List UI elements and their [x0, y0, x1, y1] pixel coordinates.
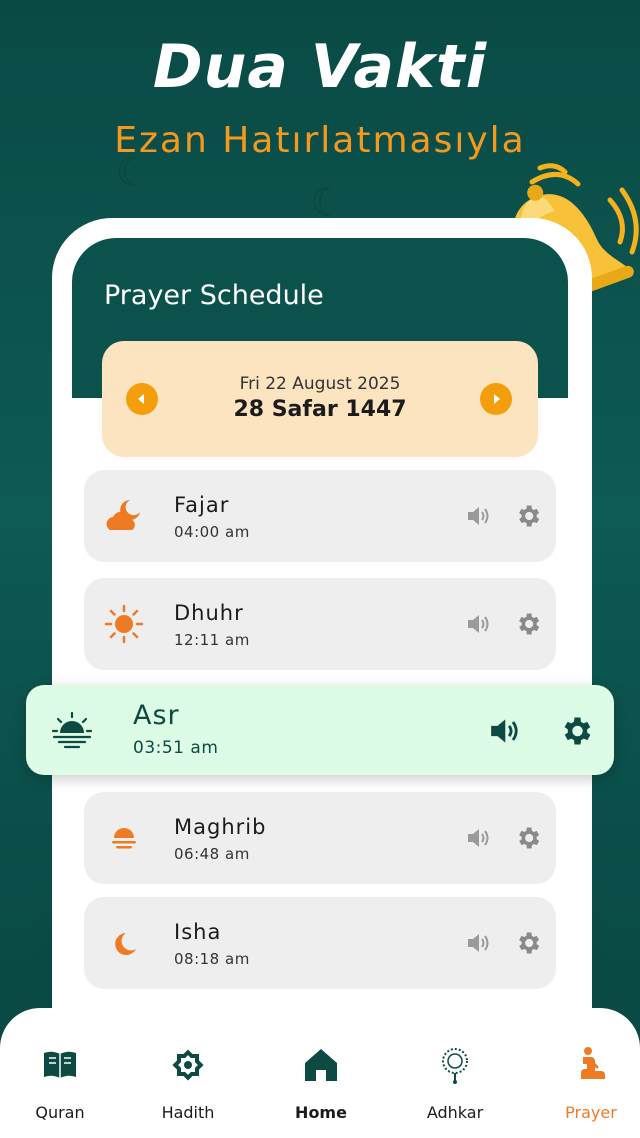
speaker-icon	[468, 615, 489, 633]
prayer-time: 12:11 am	[174, 631, 250, 649]
gregorian-date: Fri 22 August 2025	[239, 374, 401, 394]
promo-headline: Dua Vakti	[152, 32, 488, 102]
speaker-icon	[468, 507, 489, 525]
prayer-row-maghrib[interactable]: Maghrib 06:48 am	[84, 792, 556, 884]
prayer-row-dhuhr[interactable]: Dhuhr 12:11 am	[84, 578, 556, 670]
cloud-moon-icon	[106, 500, 140, 530]
prayer-row-isha[interactable]: Isha 08:18 am	[84, 897, 556, 989]
speaker-icon	[491, 719, 518, 743]
prayer-name: Isha	[174, 920, 222, 944]
nav-label: Home	[295, 1102, 347, 1122]
adhan-sound-toggle[interactable]	[486, 713, 522, 749]
screen-title: Prayer Schedule	[104, 280, 324, 311]
prayer-time: 03:51 am	[133, 738, 219, 758]
prayer-name: Maghrib	[174, 815, 267, 839]
adhan-sound-toggle[interactable]	[464, 929, 492, 957]
prayer-time: 06:48 am	[174, 845, 250, 863]
nav-label: Hadith	[161, 1102, 215, 1122]
sunset-small-icon	[112, 828, 136, 849]
octagram-star-icon	[172, 1048, 204, 1081]
speaker-icon	[468, 829, 489, 847]
quran-book-icon	[44, 1051, 76, 1078]
prayer-name: Dhuhr	[174, 601, 244, 625]
date-selector-card: Fri 22 August 2025 28 Safar 1447	[102, 341, 538, 457]
gear-icon	[519, 505, 540, 527]
nav-tab-quran[interactable]: Quran	[5, 1038, 115, 1128]
prayer-name: Fajar	[174, 493, 230, 517]
praying-person-icon	[581, 1046, 605, 1079]
crescent-moon-icon	[115, 933, 136, 955]
hijri-date: 28 Safar 1447	[233, 397, 407, 422]
sunset-icon	[51, 711, 93, 749]
nav-label: Adhkar	[426, 1102, 484, 1122]
prayer-time: 08:18 am	[174, 950, 250, 968]
home-icon	[305, 1048, 337, 1081]
prayer-settings-button[interactable]	[514, 824, 542, 852]
gear-icon	[564, 717, 591, 745]
prayer-time: 04:00 am	[174, 523, 250, 541]
prayer-settings-button[interactable]	[558, 713, 594, 749]
prayer-row-fajar[interactable]: Fajar 04:00 am	[84, 470, 556, 562]
caret-right-icon	[494, 394, 500, 404]
prayer-name: Asr	[133, 700, 180, 731]
adhan-sound-toggle[interactable]	[464, 824, 492, 852]
adhan-sound-toggle[interactable]	[464, 502, 492, 530]
nav-tab-home[interactable]: Home	[266, 1038, 376, 1128]
adhan-sound-toggle[interactable]	[464, 610, 492, 638]
nav-tab-hadith[interactable]: Hadith	[133, 1038, 243, 1128]
nav-label: Quran	[35, 1102, 85, 1122]
prayer-row-asr-active[interactable]: Asr 03:51 am	[26, 685, 614, 775]
gear-icon	[519, 613, 540, 635]
tasbih-beads-icon	[442, 1047, 468, 1084]
speaker-icon	[468, 934, 489, 952]
sun-icon	[104, 604, 144, 644]
next-day-button[interactable]	[480, 383, 512, 415]
gear-icon	[519, 932, 540, 954]
gear-icon	[519, 827, 540, 849]
prayer-settings-button[interactable]	[514, 929, 542, 957]
nav-tab-prayer[interactable]: Prayer	[536, 1038, 640, 1128]
prayer-settings-button[interactable]	[514, 610, 542, 638]
nav-tab-adhkar[interactable]: Adhkar	[400, 1038, 510, 1128]
prayer-settings-button[interactable]	[514, 502, 542, 530]
nav-label: Prayer	[565, 1102, 617, 1122]
promo-subline: Ezan Hatırlatmasıyla	[114, 120, 526, 161]
bottom-navigation-bar: Quran Hadith Home Adhkar Prayer	[0, 1008, 640, 1138]
